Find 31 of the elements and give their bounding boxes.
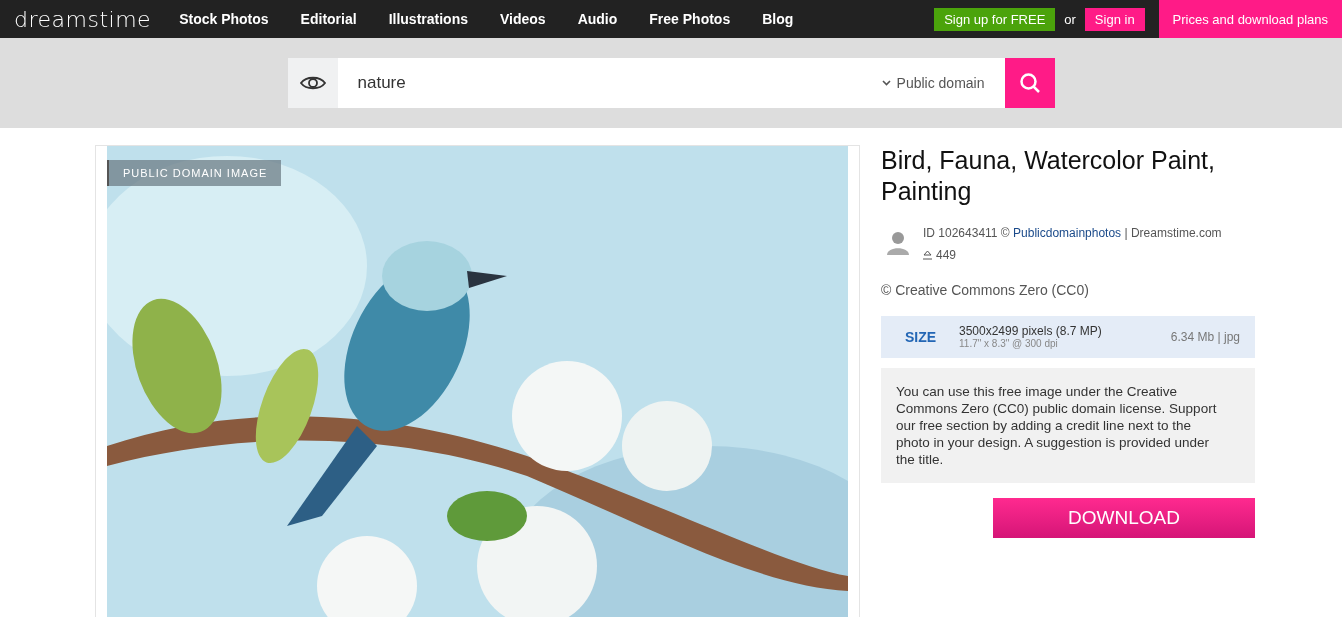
license-text: © Creative Commons Zero (CC0) (881, 282, 1090, 298)
plans-button[interactable]: Prices and download plans (1158, 0, 1342, 38)
print-size: 11.7" x 8.3" @ 300 dpi (959, 338, 1059, 349)
nav-link[interactable]: Audio (577, 11, 618, 27)
avatar-icon (887, 229, 909, 255)
nav-link[interactable]: Blog (762, 11, 794, 27)
nav-link[interactable]: Stock Photos (179, 11, 269, 27)
nav-link[interactable]: Free Photos (649, 11, 731, 27)
size-label: SIZE (905, 329, 938, 345)
download-count: 449 (936, 248, 957, 262)
nav-link[interactable]: Videos (500, 11, 546, 27)
author-link[interactable]: Publicdomainphotos (1013, 226, 1122, 240)
search-field[interactable]: nature (337, 58, 862, 108)
logo[interactable]: dreamstime (0, 6, 180, 32)
nav-link[interactable]: Illustrations (388, 11, 468, 27)
image-title: Bird, Fauna, Watercolor Paint, Painting (881, 145, 1216, 207)
pixel-size: 3500x2499 pixels (8.7 MP) (959, 325, 1103, 338)
filter-dropdown[interactable]: Public domain (861, 58, 1005, 108)
or-text: or (1064, 11, 1076, 27)
file-size: 6.34 Mb | jpg (1170, 330, 1240, 344)
search-button[interactable] (1004, 58, 1055, 108)
eye-icon[interactable] (287, 58, 338, 108)
chevron-down-icon (881, 80, 891, 86)
download-button[interactable]: DOWNLOAD (993, 498, 1255, 538)
nav-link[interactable]: Editorial (300, 11, 357, 27)
search-icon (1018, 72, 1041, 94)
image-credit: ID 102643411 © Publicdomainphotos | Dreamstime.com (923, 226, 1222, 240)
license-notice: You can use this free image under the Creative Commons Zero (CC0) public domain license. Support our free section by adding a credit line next to the photo in your design. A suggestion is provided under the title. (881, 368, 1255, 483)
public-domain-tag: PUBLIC DOMAIN IMAGE (107, 160, 282, 186)
download-icon (923, 250, 932, 260)
sign-in-button[interactable]: Sign in (1084, 7, 1145, 31)
